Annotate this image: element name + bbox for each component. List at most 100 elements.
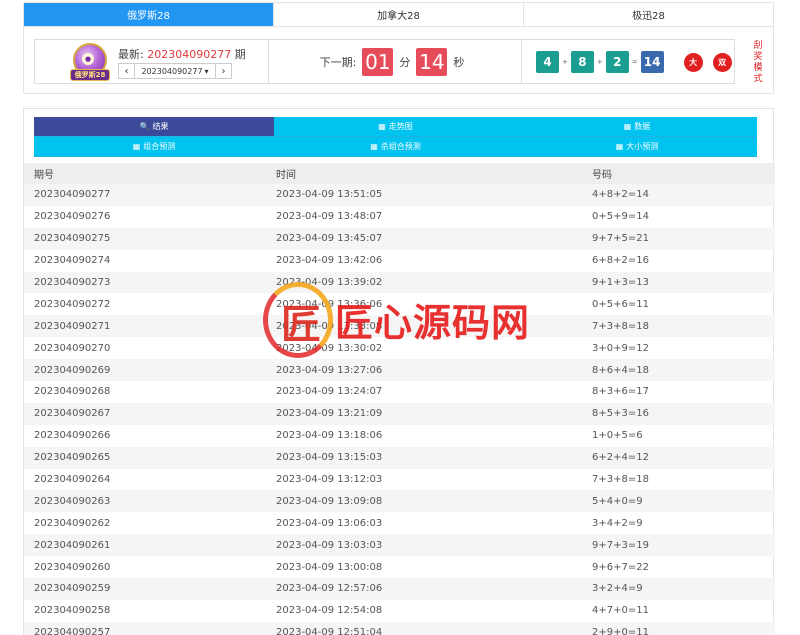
chart-icon: ▦ xyxy=(132,142,141,151)
cell-numbers: 3+0+9=12 xyxy=(592,342,649,354)
nav-size-prediction[interactable]: ▦ 大小预测 xyxy=(517,137,757,157)
lottery-tabs: 俄罗斯28 加拿大28 极迅28 xyxy=(23,2,774,27)
cell-numbers: 8+3+6=17 xyxy=(592,386,649,398)
table-row: 202304090269 2023-04-09 13:27:06 8+6+4=18 xyxy=(24,359,775,382)
nav-data-label: 数据 xyxy=(634,122,651,131)
result-ball-1: 4 xyxy=(536,51,559,73)
cell-issue: 202304090275 xyxy=(34,233,111,245)
size-badge: 大 xyxy=(683,52,703,72)
minutes-unit: 分 xyxy=(399,55,411,69)
nav-data[interactable]: ▦ 数据 xyxy=(517,117,757,137)
table-row: 202304090265 2023-04-09 13:15:03 6+2+4=12 xyxy=(24,446,775,469)
cell-issue: 202304090259 xyxy=(34,583,111,595)
latest-issue-line: 最新: 202304090277 期 xyxy=(118,46,246,62)
table-row: 202304090267 2023-04-09 13:21:09 8+5+3=16 xyxy=(24,402,775,425)
issue-navigator: ‹ 202304090277 ▾ › xyxy=(118,63,232,79)
table-row: 202304090276 2023-04-09 13:48:07 0+5+9=14 xyxy=(24,206,775,228)
cell-issue: 202304090276 xyxy=(34,211,111,223)
chevron-right-icon: › xyxy=(221,65,226,77)
countdown-seconds: 14 xyxy=(416,47,448,76)
cell-numbers: 7+3+8=18 xyxy=(592,474,649,486)
cell-issue: 202304090262 xyxy=(34,517,111,529)
cell-time: 2023-04-09 13:42:06 xyxy=(276,255,383,267)
cell-issue: 202304090270 xyxy=(34,342,111,354)
cell-issue: 202304090264 xyxy=(34,474,111,486)
table-header: 期号 时间 号码 xyxy=(24,163,775,184)
cell-numbers: 9+7+5=21 xyxy=(592,233,649,245)
cell-time: 2023-04-09 13:45:07 xyxy=(276,233,383,245)
table-row: 202304090260 2023-04-09 13:00:08 9+6+7=22 xyxy=(24,556,775,578)
table-row: 202304090272 2023-04-09 13:36:06 0+5+6=11 xyxy=(24,293,775,315)
equals-sign: = xyxy=(631,58,638,66)
tab-canada28[interactable]: 加拿大28 xyxy=(274,3,524,26)
table-row: 202304090277 2023-04-09 13:51:05 4+8+2=14 xyxy=(24,184,775,206)
chart-icon: ▦ xyxy=(615,142,624,151)
nav-results[interactable]: 🔍 结果 xyxy=(34,117,274,137)
cell-numbers: 8+5+3=16 xyxy=(592,408,649,420)
table-row: 202304090262 2023-04-09 13:06:03 3+4+2=9 xyxy=(24,512,775,534)
next-issue-button[interactable]: › xyxy=(215,63,232,79)
cell-time: 2023-04-09 13:33:08 xyxy=(276,320,383,332)
table-row: 202304090258 2023-04-09 12:54:08 4+7+0=11 xyxy=(24,600,775,622)
cell-numbers: 6+2+4=12 xyxy=(592,452,649,464)
selected-issue: 202304090277 xyxy=(141,66,203,76)
function-nav: 🔍 结果 ▦ 走势图 ▦ 数据 ▦ 组合预测 ▦ 杀组合预测 ▦ 大小预测 xyxy=(34,117,757,157)
cell-numbers: 9+1+3=13 xyxy=(592,277,649,288)
nav-trend-chart[interactable]: ▦ 走势图 xyxy=(274,117,517,137)
cell-time: 2023-04-09 13:15:03 xyxy=(276,452,383,464)
results-table: 期号 时间 号码 202304090277 2023-04-09 13:51:05… xyxy=(24,163,775,635)
scratch-mode-link[interactable]: 刮奖模式 xyxy=(752,41,764,85)
table-row: 202304090266 2023-04-09 13:18:06 1+0+5=6 xyxy=(24,425,775,447)
plus-sign: + xyxy=(562,58,568,66)
cell-numbers: 9+7+3=19 xyxy=(592,539,649,551)
table-row: 202304090270 2023-04-09 13:30:02 3+0+9=12 xyxy=(24,337,775,359)
result-sum: 14 xyxy=(640,51,664,73)
countdown-box: 下一期: 01 分 14 秒 xyxy=(269,39,522,84)
cell-issue: 202304090267 xyxy=(34,408,111,420)
parity-badge: 双 xyxy=(712,52,732,72)
header-numbers: 号码 xyxy=(592,170,612,181)
cell-numbers: 4+7+0=11 xyxy=(592,605,649,617)
cell-numbers: 1+0+5=6 xyxy=(592,430,643,442)
table-row: 202304090275 2023-04-09 13:45:07 9+7+5=21 xyxy=(24,227,775,250)
results-panel: 🔍 结果 ▦ 走势图 ▦ 数据 ▦ 组合预测 ▦ 杀组合预测 ▦ 大小预测 期号… xyxy=(23,108,775,635)
latest-issue-box: ● 俄罗斯28 最新: 202304090277 期 ‹ 20230409027… xyxy=(34,39,269,84)
cell-time: 2023-04-09 13:18:06 xyxy=(276,430,383,442)
cell-issue: 202304090261 xyxy=(34,539,111,551)
cell-time: 2023-04-09 13:00:08 xyxy=(276,561,383,573)
issue-suffix: 期 xyxy=(234,48,246,61)
cell-issue: 202304090269 xyxy=(34,364,111,376)
next-draw-label: 下一期: xyxy=(319,55,357,69)
tab-jixun28[interactable]: 极迅28 xyxy=(524,3,773,26)
cell-time: 2023-04-09 13:24:07 xyxy=(276,386,383,398)
cell-issue: 202304090273 xyxy=(34,277,111,288)
chart-icon: ▦ xyxy=(370,142,378,151)
cell-issue: 202304090268 xyxy=(34,386,111,398)
table-row: 202304090264 2023-04-09 13:12:03 7+3+8=18 xyxy=(24,469,775,491)
latest-label: 最新: xyxy=(118,48,144,61)
tab-russia28[interactable]: 俄罗斯28 xyxy=(24,3,274,26)
cell-issue: 202304090277 xyxy=(34,189,111,201)
issue-select[interactable]: 202304090277 ▾ xyxy=(135,63,215,79)
cell-time: 2023-04-09 13:39:02 xyxy=(276,277,383,288)
logo-center-icon: ● xyxy=(82,53,94,65)
nav-results-label: 结果 xyxy=(152,122,169,131)
chevron-left-icon: ‹ xyxy=(124,65,129,77)
russia28-logo: ● 俄罗斯28 xyxy=(70,43,110,82)
cell-numbers: 3+2+4=9 xyxy=(592,583,643,595)
cell-numbers: 7+3+8=18 xyxy=(592,320,649,332)
cell-time: 2023-04-09 13:03:03 xyxy=(276,539,383,551)
nav-kill-combo-prediction[interactable]: ▦ 杀组合预测 xyxy=(274,137,517,157)
cell-time: 2023-04-09 12:57:06 xyxy=(276,583,383,595)
plus-sign: + xyxy=(596,58,603,66)
result-balls: 4 + 8 + 2 = 14 大 双 xyxy=(536,51,732,73)
countdown-minutes: 01 xyxy=(362,47,394,76)
cell-numbers: 3+4+2=9 xyxy=(592,517,643,529)
table-row: 202304090263 2023-04-09 13:09:08 5+4+0=9 xyxy=(24,490,775,513)
nav-combo-prediction[interactable]: ▦ 组合预测 xyxy=(34,137,274,157)
cell-numbers: 2+9+0=11 xyxy=(592,627,649,635)
prev-issue-button[interactable]: ‹ xyxy=(118,63,135,79)
header-issue: 期号 xyxy=(34,170,54,181)
cell-numbers: 9+6+7=22 xyxy=(592,561,649,573)
header-time: 时间 xyxy=(276,170,296,181)
